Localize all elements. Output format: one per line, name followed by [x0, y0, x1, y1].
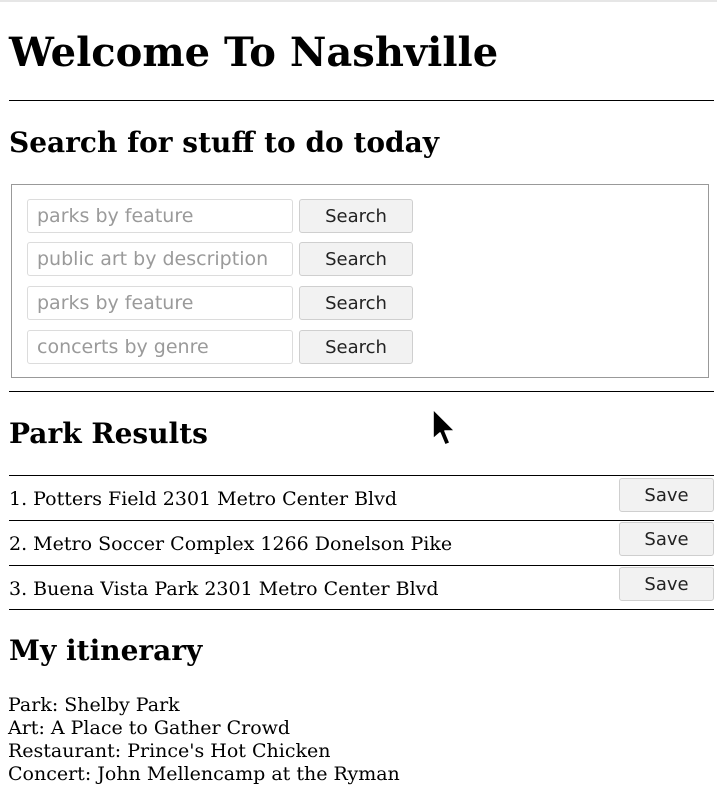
concert-genre-search-input[interactable]: [27, 330, 293, 364]
search-panel: Search Search Search Search: [11, 184, 709, 378]
itinerary-park: Park: Shelby Park: [8, 694, 180, 716]
park-feature-search-button[interactable]: Search: [299, 199, 413, 233]
divider: [9, 609, 714, 610]
search-row-public-art: Search: [27, 242, 427, 276]
search-row-park-feature-2: Search: [27, 286, 427, 320]
itinerary-art: Art: A Place to Gather Crowd: [8, 717, 291, 739]
park-feature-search-input-2[interactable]: [27, 286, 293, 320]
result-item-text: 1. Potters Field 2301 Metro Center Blvd: [9, 488, 398, 510]
result-item: 2. Metro Soccer Complex 1266 Donelson Pi…: [9, 521, 714, 565]
itinerary-list: Park: Shelby Park Art: A Place to Gather…: [8, 694, 400, 786]
result-item-text: 3. Buena Vista Park 2301 Metro Center Bl…: [9, 578, 439, 600]
divider: [9, 100, 714, 101]
page-title: Welcome To Nashville: [9, 29, 499, 76]
park-feature-search-input[interactable]: [27, 199, 293, 233]
result-item-text: 2. Metro Soccer Complex 1266 Donelson Pi…: [9, 533, 453, 555]
divider: [9, 391, 714, 392]
search-row-concerts: Search: [27, 330, 427, 364]
save-button[interactable]: Save: [619, 478, 714, 512]
result-item: 3. Buena Vista Park 2301 Metro Center Bl…: [9, 566, 714, 610]
public-art-search-input[interactable]: [27, 242, 293, 276]
itinerary-restaurant: Restaurant: Prince's Hot Chicken: [8, 740, 331, 762]
mouse-pointer-icon: [432, 408, 456, 446]
search-row-park-feature: Search: [27, 199, 427, 233]
itinerary-concert: Concert: John Mellencamp at the Ryman: [8, 763, 400, 785]
save-button[interactable]: Save: [619, 522, 714, 556]
result-item: 1. Potters Field 2301 Metro Center Blvd …: [9, 476, 714, 520]
public-art-search-button[interactable]: Search: [299, 242, 413, 276]
concert-genre-search-button[interactable]: Search: [299, 330, 413, 364]
park-feature-search-button-2[interactable]: Search: [299, 286, 413, 320]
itinerary-heading: My itinerary: [9, 634, 203, 667]
save-button[interactable]: Save: [619, 567, 714, 601]
search-heading: Search for stuff to do today: [9, 126, 440, 159]
park-results-heading: Park Results: [9, 417, 208, 450]
